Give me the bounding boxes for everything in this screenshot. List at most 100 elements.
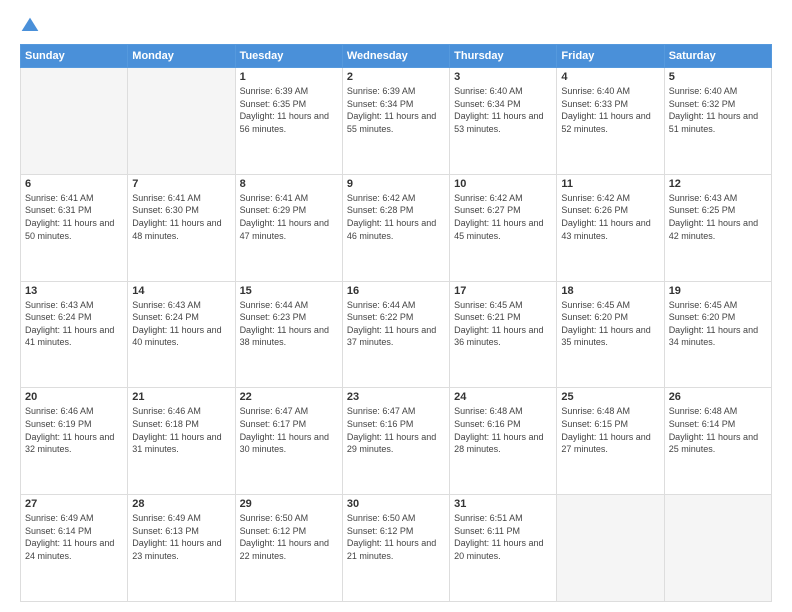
day-number: 12 bbox=[669, 178, 767, 190]
day-info: Sunrise: 6:47 AMSunset: 6:16 PMDaylight:… bbox=[347, 405, 445, 455]
calendar-day-cell: 19 Sunrise: 6:45 AMSunset: 6:20 PMDayligh… bbox=[664, 281, 771, 388]
day-number: 6 bbox=[25, 178, 123, 190]
calendar-day-cell: 15 Sunrise: 6:44 AMSunset: 6:23 PMDayligh… bbox=[235, 281, 342, 388]
day-number: 27 bbox=[25, 498, 123, 510]
calendar-day-cell: 23 Sunrise: 6:47 AMSunset: 6:16 PMDayligh… bbox=[342, 388, 449, 495]
calendar-week-row: 20 Sunrise: 6:46 AMSunset: 6:19 PMDayligh… bbox=[21, 388, 772, 495]
day-info: Sunrise: 6:50 AMSunset: 6:12 PMDaylight:… bbox=[347, 512, 445, 562]
day-info: Sunrise: 6:48 AMSunset: 6:14 PMDaylight:… bbox=[669, 405, 767, 455]
day-number: 1 bbox=[240, 71, 338, 83]
weekday-header: Sunday bbox=[21, 45, 128, 68]
day-number: 16 bbox=[347, 285, 445, 297]
calendar-day-cell: 31 Sunrise: 6:51 AMSunset: 6:11 PMDayligh… bbox=[450, 495, 557, 602]
calendar-day-cell: 7 Sunrise: 6:41 AMSunset: 6:30 PMDaylight… bbox=[128, 174, 235, 281]
day-number: 28 bbox=[132, 498, 230, 510]
calendar-day-cell: 24Sunrise: 6:48 AMSunset: 6:16 PMDayligh… bbox=[450, 388, 557, 495]
day-info: Sunrise: 6:49 AMSunset: 6:14 PMDaylight:… bbox=[25, 512, 123, 562]
calendar-day-cell: 26 Sunrise: 6:48 AMSunset: 6:14 PMDayligh… bbox=[664, 388, 771, 495]
day-number: 10 bbox=[454, 178, 552, 190]
day-info: Sunrise: 6:41 AMSunset: 6:30 PMDaylight:… bbox=[132, 192, 230, 242]
day-info: Sunrise: 6:43 AMSunset: 6:24 PMDaylight:… bbox=[132, 299, 230, 349]
day-number: 31 bbox=[454, 498, 552, 510]
calendar-day-cell bbox=[21, 68, 128, 175]
calendar-day-cell: 25 Sunrise: 6:48 AMSunset: 6:15 PMDayligh… bbox=[557, 388, 664, 495]
day-number: 5 bbox=[669, 71, 767, 83]
day-info: Sunrise: 6:45 AMSunset: 6:20 PMDaylight:… bbox=[669, 299, 767, 349]
weekday-header: Saturday bbox=[664, 45, 771, 68]
day-info: Sunrise: 6:44 AMSunset: 6:22 PMDaylight:… bbox=[347, 299, 445, 349]
day-number: 23 bbox=[347, 391, 445, 403]
weekday-header: Monday bbox=[128, 45, 235, 68]
calendar-day-cell: 16 Sunrise: 6:44 AMSunset: 6:22 PMDayligh… bbox=[342, 281, 449, 388]
calendar-day-cell: 3 Sunrise: 6:40 AMSunset: 6:34 PMDaylight… bbox=[450, 68, 557, 175]
day-info: Sunrise: 6:41 AMSunset: 6:31 PMDaylight:… bbox=[25, 192, 123, 242]
calendar-day-cell: 27 Sunrise: 6:49 AMSunset: 6:14 PMDayligh… bbox=[21, 495, 128, 602]
calendar-week-row: 1 Sunrise: 6:39 AMSunset: 6:35 PMDaylight… bbox=[21, 68, 772, 175]
day-number: 2 bbox=[347, 71, 445, 83]
calendar-day-cell: 18Sunrise: 6:45 AMSunset: 6:20 PMDayligh… bbox=[557, 281, 664, 388]
logo bbox=[20, 16, 44, 36]
calendar-table: SundayMondayTuesdayWednesdayThursdayFrid… bbox=[20, 44, 772, 602]
day-info: Sunrise: 6:41 AMSunset: 6:29 PMDaylight:… bbox=[240, 192, 338, 242]
calendar-week-row: 27 Sunrise: 6:49 AMSunset: 6:14 PMDayligh… bbox=[21, 495, 772, 602]
calendar-day-cell bbox=[557, 495, 664, 602]
calendar-header-row: SundayMondayTuesdayWednesdayThursdayFrid… bbox=[21, 45, 772, 68]
calendar-day-cell: 20 Sunrise: 6:46 AMSunset: 6:19 PMDayligh… bbox=[21, 388, 128, 495]
day-number: 20 bbox=[25, 391, 123, 403]
calendar-day-cell: 5 Sunrise: 6:40 AMSunset: 6:32 PMDaylight… bbox=[664, 68, 771, 175]
calendar-day-cell: 11Sunrise: 6:42 AMSunset: 6:26 PMDayligh… bbox=[557, 174, 664, 281]
calendar-day-cell: 2 Sunrise: 6:39 AMSunset: 6:34 PMDaylight… bbox=[342, 68, 449, 175]
day-info: Sunrise: 6:44 AMSunset: 6:23 PMDaylight:… bbox=[240, 299, 338, 349]
day-info: Sunrise: 6:45 AMSunset: 6:21 PMDaylight:… bbox=[454, 299, 552, 349]
calendar-day-cell: 6 Sunrise: 6:41 AMSunset: 6:31 PMDaylight… bbox=[21, 174, 128, 281]
day-number: 30 bbox=[347, 498, 445, 510]
calendar-day-cell: 9Sunrise: 6:42 AMSunset: 6:28 PMDaylight… bbox=[342, 174, 449, 281]
weekday-header: Thursday bbox=[450, 45, 557, 68]
day-number: 15 bbox=[240, 285, 338, 297]
day-info: Sunrise: 6:50 AMSunset: 6:12 PMDaylight:… bbox=[240, 512, 338, 562]
calendar-day-cell: 1 Sunrise: 6:39 AMSunset: 6:35 PMDaylight… bbox=[235, 68, 342, 175]
day-number: 19 bbox=[669, 285, 767, 297]
day-info: Sunrise: 6:46 AMSunset: 6:18 PMDaylight:… bbox=[132, 405, 230, 455]
weekday-header: Tuesday bbox=[235, 45, 342, 68]
day-info: Sunrise: 6:43 AMSunset: 6:25 PMDaylight:… bbox=[669, 192, 767, 242]
calendar-day-cell: 14 Sunrise: 6:43 AMSunset: 6:24 PMDayligh… bbox=[128, 281, 235, 388]
page: SundayMondayTuesdayWednesdayThursdayFrid… bbox=[0, 0, 792, 612]
weekday-header: Wednesday bbox=[342, 45, 449, 68]
calendar-day-cell: 13 Sunrise: 6:43 AMSunset: 6:24 PMDayligh… bbox=[21, 281, 128, 388]
day-number: 13 bbox=[25, 285, 123, 297]
calendar-day-cell: 22Sunrise: 6:47 AMSunset: 6:17 PMDayligh… bbox=[235, 388, 342, 495]
calendar-day-cell: 30 Sunrise: 6:50 AMSunset: 6:12 PMDayligh… bbox=[342, 495, 449, 602]
day-number: 4 bbox=[561, 71, 659, 83]
day-number: 8 bbox=[240, 178, 338, 190]
day-info: Sunrise: 6:43 AMSunset: 6:24 PMDaylight:… bbox=[25, 299, 123, 349]
day-info: Sunrise: 6:40 AMSunset: 6:32 PMDaylight:… bbox=[669, 85, 767, 135]
day-number: 11 bbox=[561, 178, 659, 190]
calendar-day-cell: 17 Sunrise: 6:45 AMSunset: 6:21 PMDayligh… bbox=[450, 281, 557, 388]
day-number: 22 bbox=[240, 391, 338, 403]
day-number: 18 bbox=[561, 285, 659, 297]
day-info: Sunrise: 6:39 AMSunset: 6:34 PMDaylight:… bbox=[347, 85, 445, 135]
day-info: Sunrise: 6:46 AMSunset: 6:19 PMDaylight:… bbox=[25, 405, 123, 455]
calendar-week-row: 13 Sunrise: 6:43 AMSunset: 6:24 PMDayligh… bbox=[21, 281, 772, 388]
day-info: Sunrise: 6:48 AMSunset: 6:15 PMDaylight:… bbox=[561, 405, 659, 455]
day-number: 7 bbox=[132, 178, 230, 190]
calendar-day-cell: 12 Sunrise: 6:43 AMSunset: 6:25 PMDayligh… bbox=[664, 174, 771, 281]
calendar-day-cell: 10Sunrise: 6:42 AMSunset: 6:27 PMDayligh… bbox=[450, 174, 557, 281]
calendar-day-cell: 28 Sunrise: 6:49 AMSunset: 6:13 PMDayligh… bbox=[128, 495, 235, 602]
day-number: 14 bbox=[132, 285, 230, 297]
day-info: Sunrise: 6:39 AMSunset: 6:35 PMDaylight:… bbox=[240, 85, 338, 135]
day-number: 26 bbox=[669, 391, 767, 403]
weekday-header: Friday bbox=[557, 45, 664, 68]
calendar-day-cell: 21Sunrise: 6:46 AMSunset: 6:18 PMDayligh… bbox=[128, 388, 235, 495]
day-number: 3 bbox=[454, 71, 552, 83]
calendar-day-cell bbox=[128, 68, 235, 175]
day-info: Sunrise: 6:49 AMSunset: 6:13 PMDaylight:… bbox=[132, 512, 230, 562]
day-number: 24 bbox=[454, 391, 552, 403]
day-number: 25 bbox=[561, 391, 659, 403]
day-info: Sunrise: 6:51 AMSunset: 6:11 PMDaylight:… bbox=[454, 512, 552, 562]
calendar-day-cell: 8 Sunrise: 6:41 AMSunset: 6:29 PMDaylight… bbox=[235, 174, 342, 281]
logo-icon bbox=[20, 16, 40, 36]
day-info: Sunrise: 6:40 AMSunset: 6:34 PMDaylight:… bbox=[454, 85, 552, 135]
day-number: 17 bbox=[454, 285, 552, 297]
